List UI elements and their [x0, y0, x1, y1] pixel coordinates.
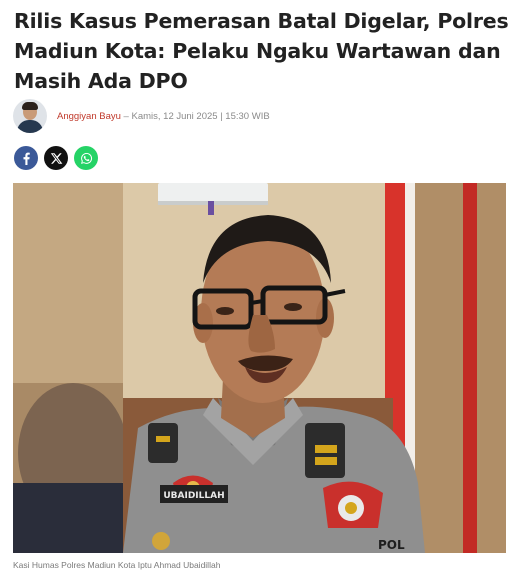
photo-caption: Kasi Humas Polres Madiun Kota Iptu Ahmad… [13, 560, 221, 570]
article-meta: Anggiyan Bayu – Kamis, 12 Juni 2025 | 15… [57, 111, 270, 122]
share-buttons [14, 146, 98, 170]
author-name[interactable]: Anggiyan Bayu [57, 111, 121, 122]
article-photo[interactable]: UBAIDILLAH POL [13, 183, 506, 553]
whatsapp-icon [80, 152, 92, 164]
uniform-name-tag: UBAIDILLAH [163, 491, 224, 501]
share-x-button[interactable] [44, 146, 68, 170]
publish-date: – Kamis, 12 Juni 2025 | 15:30 WIB [120, 110, 270, 122]
facebook-icon [22, 152, 30, 165]
share-whatsapp-button[interactable] [74, 146, 98, 170]
uniform-shoulder-text: POL [378, 538, 405, 552]
byline: Anggiyan Bayu – Kamis, 12 Juni 2025 | 15… [13, 99, 270, 133]
share-facebook-button[interactable] [14, 146, 38, 170]
x-icon [50, 152, 62, 164]
officer-photo: UBAIDILLAH POL [13, 183, 506, 553]
article-title: Rilis Kasus Pemerasan Batal Digelar, Pol… [14, 9, 509, 93]
author-avatar[interactable] [13, 99, 47, 133]
